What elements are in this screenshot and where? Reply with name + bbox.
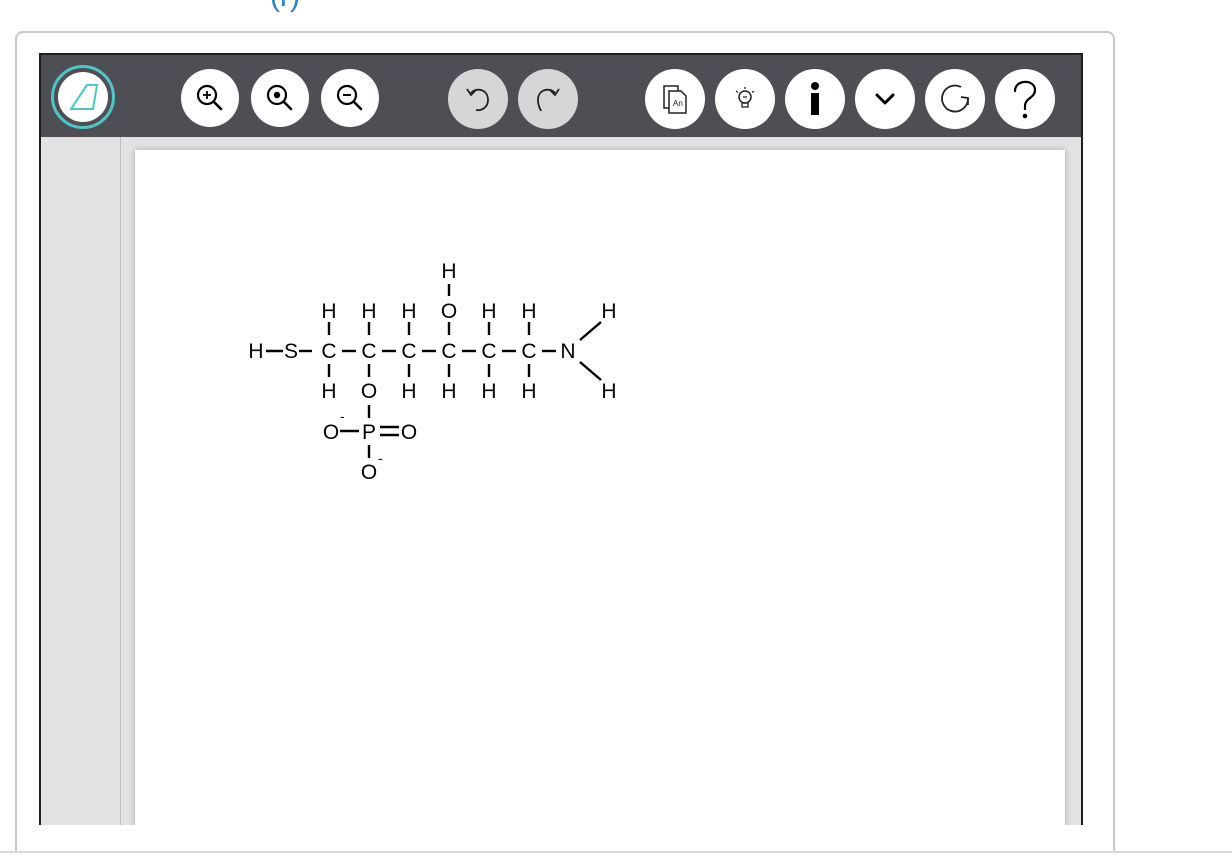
atom-label: O <box>441 300 457 323</box>
atom-label: H <box>481 380 496 403</box>
atom-label: H <box>521 300 536 323</box>
atom-label: H <box>321 300 336 323</box>
atom-label: H <box>361 300 376 323</box>
chevron-down-icon <box>875 93 895 105</box>
atom-label: O <box>401 421 417 444</box>
zoom-in-icon <box>196 84 223 111</box>
divider <box>0 851 1232 853</box>
atom-label: C <box>441 340 456 363</box>
atom-label: N <box>560 340 575 363</box>
atom-label: H <box>401 300 416 323</box>
zoom-out-icon <box>336 84 363 111</box>
atom-label: H <box>248 340 263 363</box>
help-icon <box>1013 80 1037 119</box>
molecule-structure: H H H H O H H H H S C C C C C C N H O H <box>248 260 616 484</box>
atom-label: H <box>521 380 536 403</box>
atom-label: H <box>441 260 456 283</box>
atom-label: O <box>361 380 377 403</box>
lightbulb-icon <box>735 87 755 108</box>
atom-label: C <box>361 340 376 363</box>
atom-label: H <box>601 380 616 403</box>
atom-label: C <box>401 340 416 363</box>
info-icon <box>811 82 819 115</box>
redo-button[interactable] <box>518 69 578 129</box>
drawing-canvas[interactable]: H H H H O H H H H S C C C C C C N H O H <box>135 150 1065 825</box>
atom-label: C <box>481 340 496 363</box>
hint-button[interactable] <box>715 69 775 129</box>
tool-sidebar <box>41 137 121 825</box>
more-button[interactable] <box>855 69 915 129</box>
zoom-reset-icon <box>266 84 293 111</box>
atom-label: O <box>323 421 339 444</box>
pen-icon <box>58 72 108 122</box>
atom-label: O <box>361 461 377 484</box>
editor-toolbar: An <box>41 55 1081 137</box>
refresh-icon <box>941 84 969 113</box>
atom-label: C <box>521 340 536 363</box>
atom-label: H <box>401 380 416 403</box>
zoom-reset-button[interactable] <box>251 69 309 127</box>
atom-label: H <box>601 300 616 323</box>
zoom-in-button[interactable] <box>181 69 239 127</box>
zoom-out-button[interactable] <box>321 69 379 127</box>
atom-label: C <box>321 340 336 363</box>
header-fragment: (r) <box>270 0 300 14</box>
help-button[interactable] <box>995 69 1055 129</box>
templates-button[interactable]: An <box>645 69 705 129</box>
undo-icon <box>466 88 489 112</box>
info-button[interactable] <box>785 69 845 129</box>
atom-label: S <box>284 340 298 363</box>
undo-button[interactable] <box>448 69 508 129</box>
atom-label: H <box>481 300 496 323</box>
atom-label: H <box>441 380 456 403</box>
document-icon: An <box>663 85 687 114</box>
atom-label: P <box>362 421 376 444</box>
svg-text:An: An <box>673 99 683 108</box>
redo-icon <box>537 88 560 112</box>
atom-label: - <box>378 450 383 466</box>
draw-button[interactable] <box>51 65 115 129</box>
atom-label: - <box>340 408 345 424</box>
atom-label: H <box>321 380 336 403</box>
reset-button[interactable] <box>925 69 985 129</box>
structure-editor: An H H H H O H H H H S C C C C C C N H O… <box>39 53 1083 825</box>
